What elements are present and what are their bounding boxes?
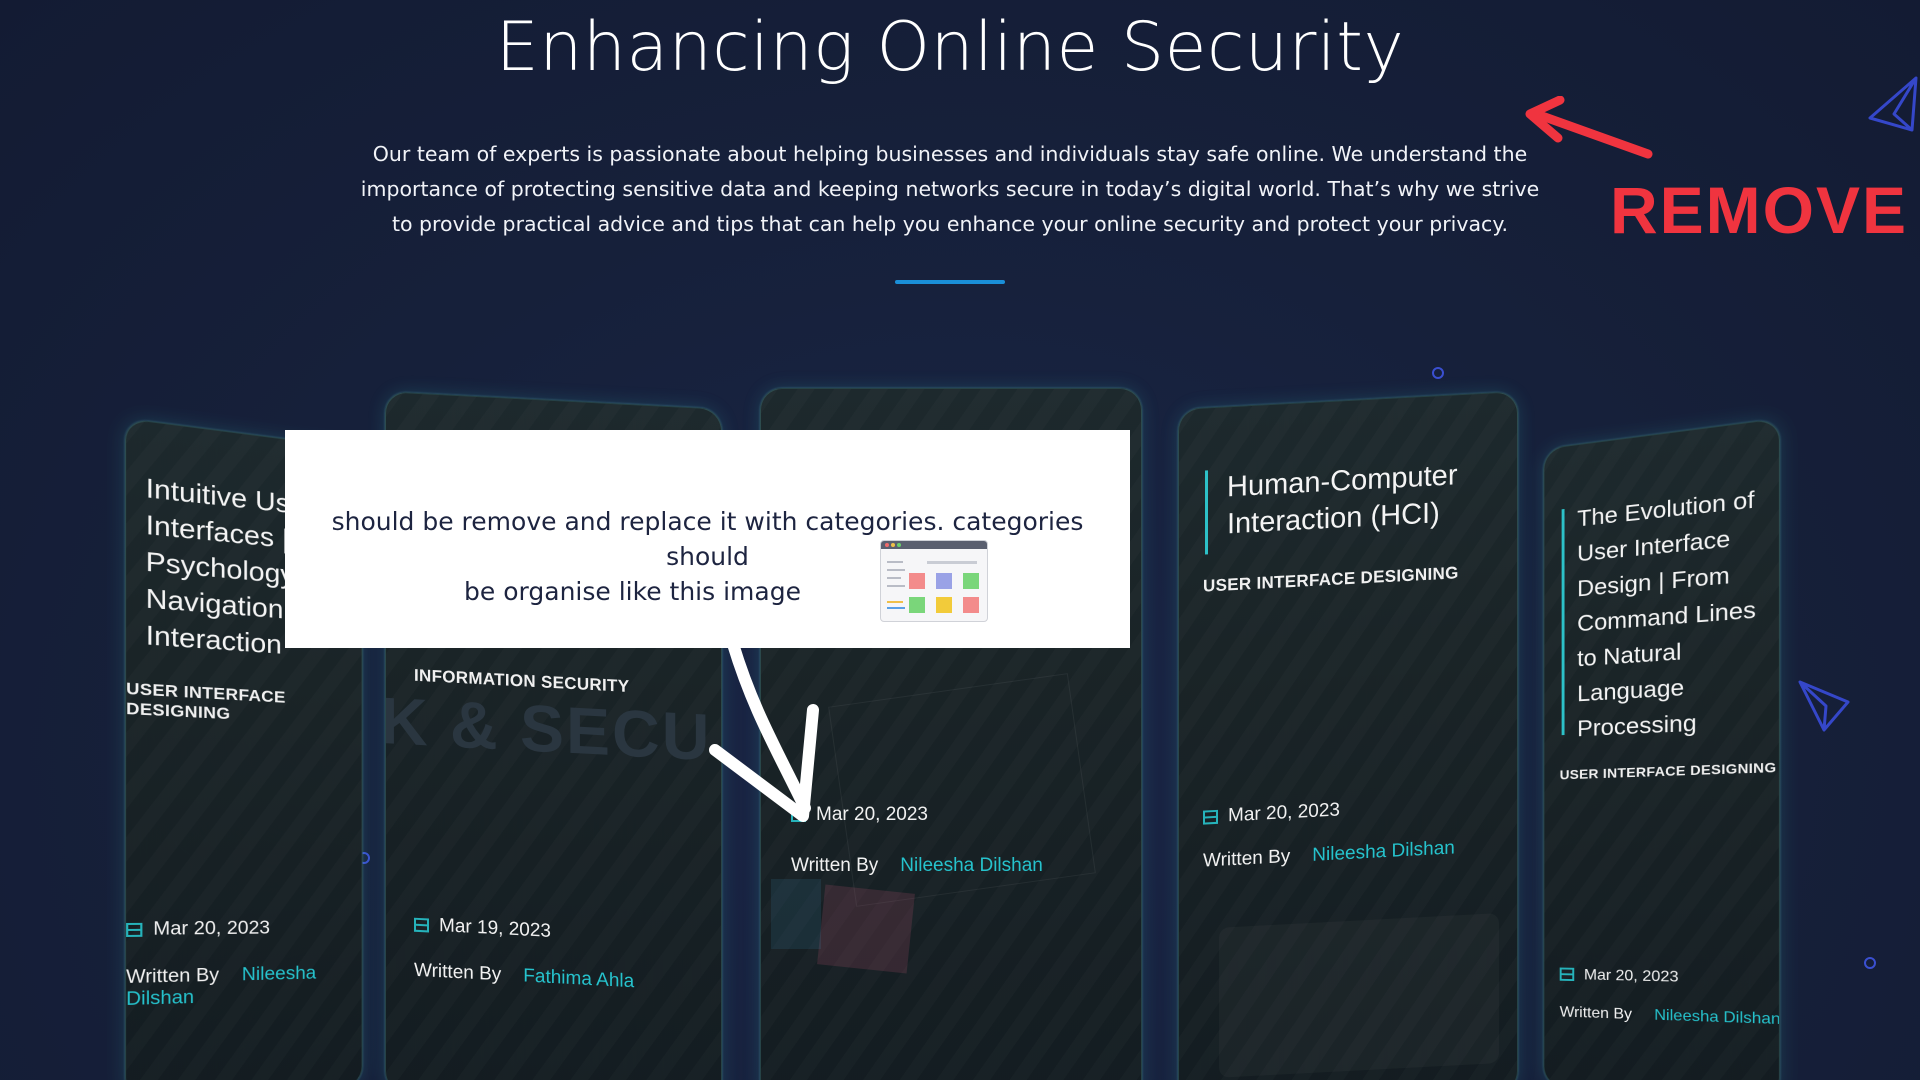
card-background-text: K & SECU bbox=[385, 682, 712, 775]
calendar-icon bbox=[414, 917, 429, 933]
card-byline: Written By Nileesha Dilshan bbox=[1203, 837, 1455, 872]
card-title: The Evolution of User Interface Design |… bbox=[1577, 482, 1756, 747]
thumbnail-line bbox=[887, 607, 905, 609]
sticky-note bbox=[771, 879, 821, 949]
written-by-label: Written By bbox=[1203, 846, 1291, 872]
card-date-text: Mar 19, 2023 bbox=[439, 914, 551, 942]
sticky-note bbox=[817, 884, 915, 974]
calendar-icon bbox=[1203, 809, 1218, 825]
written-by-label: Written By bbox=[1559, 1004, 1633, 1023]
title-accent-bar bbox=[1205, 470, 1208, 555]
annotation-overlay: should be remove and replace it with cat… bbox=[285, 430, 1130, 648]
card-date: Mar 20, 2023 bbox=[1559, 967, 1679, 987]
thumbnail-line bbox=[887, 601, 903, 603]
thumbnail-line bbox=[887, 561, 903, 563]
card-date-text: Mar 20, 2023 bbox=[1228, 799, 1340, 827]
thumbnail-line bbox=[887, 569, 905, 571]
card-date: Mar 19, 2023 bbox=[414, 914, 551, 943]
blog-section: Enhancing Online Security Our team of ex… bbox=[0, 0, 1920, 1080]
written-by-label: Written By bbox=[791, 855, 879, 876]
written-by-label: Written By bbox=[126, 965, 220, 988]
card-title: Human-Computer Interaction (HCI) bbox=[1227, 457, 1457, 543]
thumbnail-dot bbox=[885, 543, 889, 547]
calendar-icon bbox=[1559, 967, 1575, 982]
card-date-text: Mar 20, 2023 bbox=[1583, 967, 1679, 986]
written-by-label: Written By bbox=[414, 959, 502, 986]
thumbnail-tile bbox=[963, 573, 979, 589]
card-category: USER INTERFACE DESIGNING bbox=[1559, 759, 1777, 783]
card-category: USER INTERFACE DESIGNING bbox=[126, 679, 286, 724]
author-link[interactable]: Nileesha Dilshan bbox=[900, 855, 1043, 876]
author-link[interactable]: Nileesha Dilshan bbox=[1654, 1007, 1780, 1028]
calendar-icon bbox=[126, 922, 143, 937]
thumbnail-search bbox=[927, 561, 977, 564]
author-link[interactable]: Fathima Ahla bbox=[523, 965, 634, 992]
author-link[interactable]: Nileesha Dilshan bbox=[1312, 837, 1455, 865]
card-date: Mar 20, 2023 bbox=[126, 918, 270, 941]
thumbnail-tile bbox=[936, 573, 952, 589]
white-arrow-icon bbox=[709, 640, 819, 822]
card-image-laptop bbox=[1219, 913, 1499, 1078]
annotation-line: be organise like this image bbox=[464, 577, 801, 606]
card-byline: Written By Nileesha Dilshan bbox=[1560, 1004, 1780, 1029]
categories-layout-thumbnail bbox=[880, 540, 988, 622]
thumbnail-line bbox=[887, 585, 905, 587]
annotation-text: should be remove and replace it with cat… bbox=[295, 504, 1120, 609]
thumbnail-tile bbox=[909, 597, 925, 613]
title-accent-bar bbox=[1561, 508, 1565, 736]
card-date-text: Mar 20, 2023 bbox=[153, 918, 271, 940]
annotation-line: should be remove and replace it with cat… bbox=[331, 507, 1084, 571]
thumbnail-tile bbox=[963, 597, 979, 613]
blog-card[interactable]: Human-Computer Interaction (HCI) USER IN… bbox=[1178, 391, 1518, 1080]
thumbnail-dot bbox=[891, 543, 895, 547]
thumbnail-dot bbox=[897, 543, 901, 547]
thumbnail-tile bbox=[909, 573, 925, 589]
card-byline: Written By Nileesha Dilshan bbox=[791, 855, 1043, 877]
blog-card[interactable]: The Evolution of User Interface Design |… bbox=[1543, 418, 1780, 1080]
thumbnail-tile bbox=[936, 597, 952, 613]
thumbnail-line bbox=[887, 577, 901, 579]
card-date: Mar 20, 2023 bbox=[1203, 799, 1340, 828]
card-byline: Written By Fathima Ahla bbox=[414, 960, 634, 994]
card-category: USER INTERFACE DESIGNING bbox=[1203, 563, 1459, 596]
card-byline: Written By Nileesha Dilshan bbox=[126, 963, 362, 1011]
